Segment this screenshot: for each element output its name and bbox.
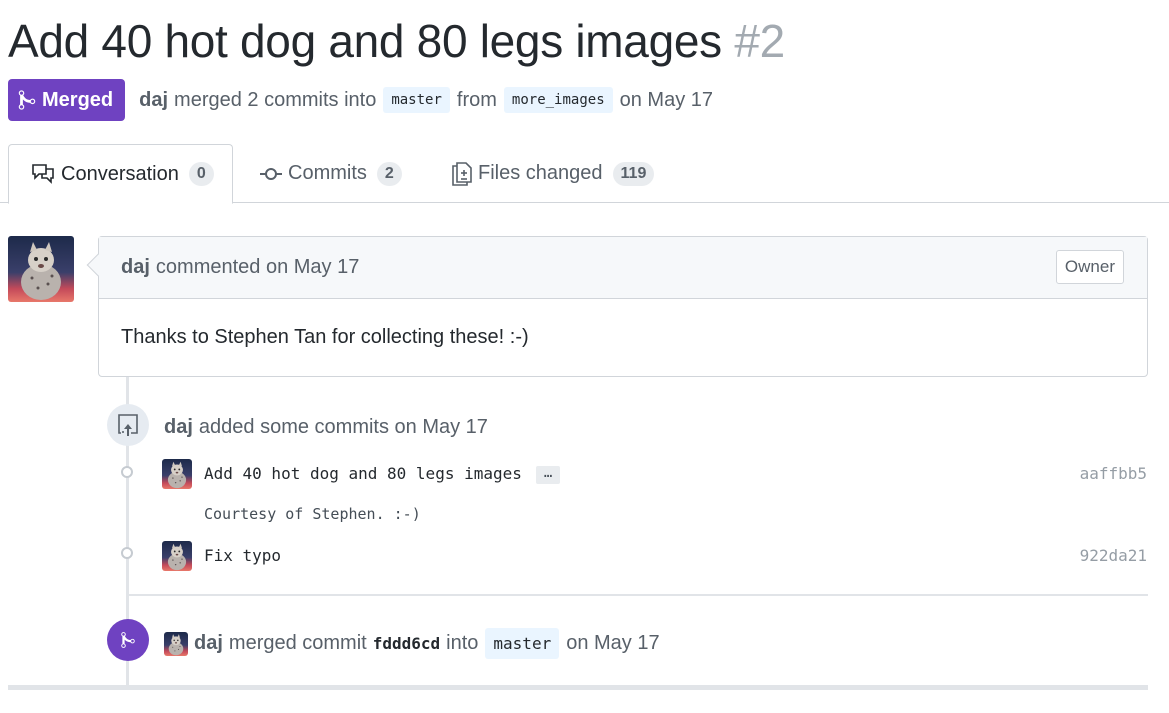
commit-expand-button[interactable]: …: [535, 465, 561, 484]
merged-status-label: Merged: [42, 88, 114, 111]
tab-conversation[interactable]: Conversation 0: [8, 144, 233, 204]
tab-files-changed-label: Files changed: [478, 162, 603, 184]
merge-date: on May 17: [619, 88, 714, 111]
tab-conversation-label: Conversation: [61, 162, 179, 185]
tab-commits-label: Commits: [288, 162, 367, 184]
commit-message[interactable]: Add 40 hot dog and 80 legs images: [204, 464, 522, 483]
commit-sha[interactable]: aaffbb5: [1080, 464, 1147, 483]
comment-author[interactable]: daj: [121, 256, 150, 279]
commit-dot-icon: [121, 466, 133, 478]
merged-text: merged 2 commits into: [174, 88, 377, 111]
repo-push-icon: [118, 414, 138, 436]
comment-body: Thanks to Stephen Tan for collecting the…: [121, 326, 529, 348]
comment-author-avatar[interactable]: [8, 236, 74, 302]
commit-avatar[interactable]: [162, 459, 192, 489]
commit-description: Courtesy of Stephen. :-): [204, 505, 421, 523]
tab-conversation-count: 0: [188, 162, 214, 186]
merge-event: daj merged commit fddd6cd into master on…: [194, 625, 660, 661]
pr-number: #2: [734, 15, 785, 67]
pr-tabs: Conversation 0 Commits 2 Files changed 1…: [0, 144, 1169, 204]
comment-action: commented on May 17: [155, 256, 360, 278]
tab-commits[interactable]: Commits 2: [260, 144, 402, 203]
merge-event-badge: [107, 619, 149, 661]
commits-event-action: added some commits on May 17: [198, 416, 488, 438]
merge-author-avatar[interactable]: [164, 632, 188, 656]
tab-commits-count: 2: [376, 161, 402, 186]
repo-push-badge: [107, 404, 149, 446]
timeline-divider: [128, 594, 1148, 596]
merge-into-text: into: [446, 631, 479, 654]
merge-commit-sha[interactable]: fddd6cd: [373, 634, 440, 653]
comment-discussion-icon: [32, 164, 54, 184]
merge-event-author[interactable]: daj: [194, 632, 223, 655]
commits-event-author[interactable]: daj: [164, 416, 193, 438]
commits-event: daj added some commits on May 17: [164, 416, 488, 439]
commit-avatar[interactable]: [162, 541, 192, 571]
commit-message[interactable]: Fix typo: [204, 546, 281, 565]
author-link[interactable]: daj: [139, 89, 168, 112]
tab-files-changed[interactable]: Files changed 119: [452, 144, 655, 203]
diff-icon: [452, 161, 472, 186]
tab-files-changed-count: 119: [612, 161, 655, 186]
merge-event-date: on May 17: [566, 631, 660, 654]
merged-status-badge: Merged: [8, 79, 126, 121]
timeline-end-bar: [8, 685, 1148, 690]
commit-sha[interactable]: 922da21: [1080, 546, 1147, 565]
commit-row: Add 40 hot dog and 80 legs images …: [204, 464, 561, 484]
git-merge-icon: [18, 90, 36, 110]
from-text: from: [456, 88, 497, 111]
merge-branch[interactable]: master: [485, 627, 560, 659]
commit-dot-icon: [121, 547, 133, 559]
pr-meta: Merged daj merged 2 commits into master …: [8, 79, 713, 121]
pr-title: Add 40 hot dog and 80 legs images #2: [8, 14, 785, 68]
pr-title-text: Add 40 hot dog and 80 legs images: [8, 15, 722, 67]
owner-badge: Owner: [1055, 250, 1124, 284]
head-branch[interactable]: more_images: [503, 87, 613, 113]
comment-box: daj commented on May 17 Owner Thanks to …: [86, 236, 1148, 377]
git-merge-icon: [121, 632, 135, 648]
merge-event-action: merged commit: [228, 631, 367, 654]
comment-header: daj commented on May 17 Owner: [99, 237, 1147, 299]
git-commit-icon: [260, 167, 282, 180]
base-branch[interactable]: master: [383, 87, 450, 113]
